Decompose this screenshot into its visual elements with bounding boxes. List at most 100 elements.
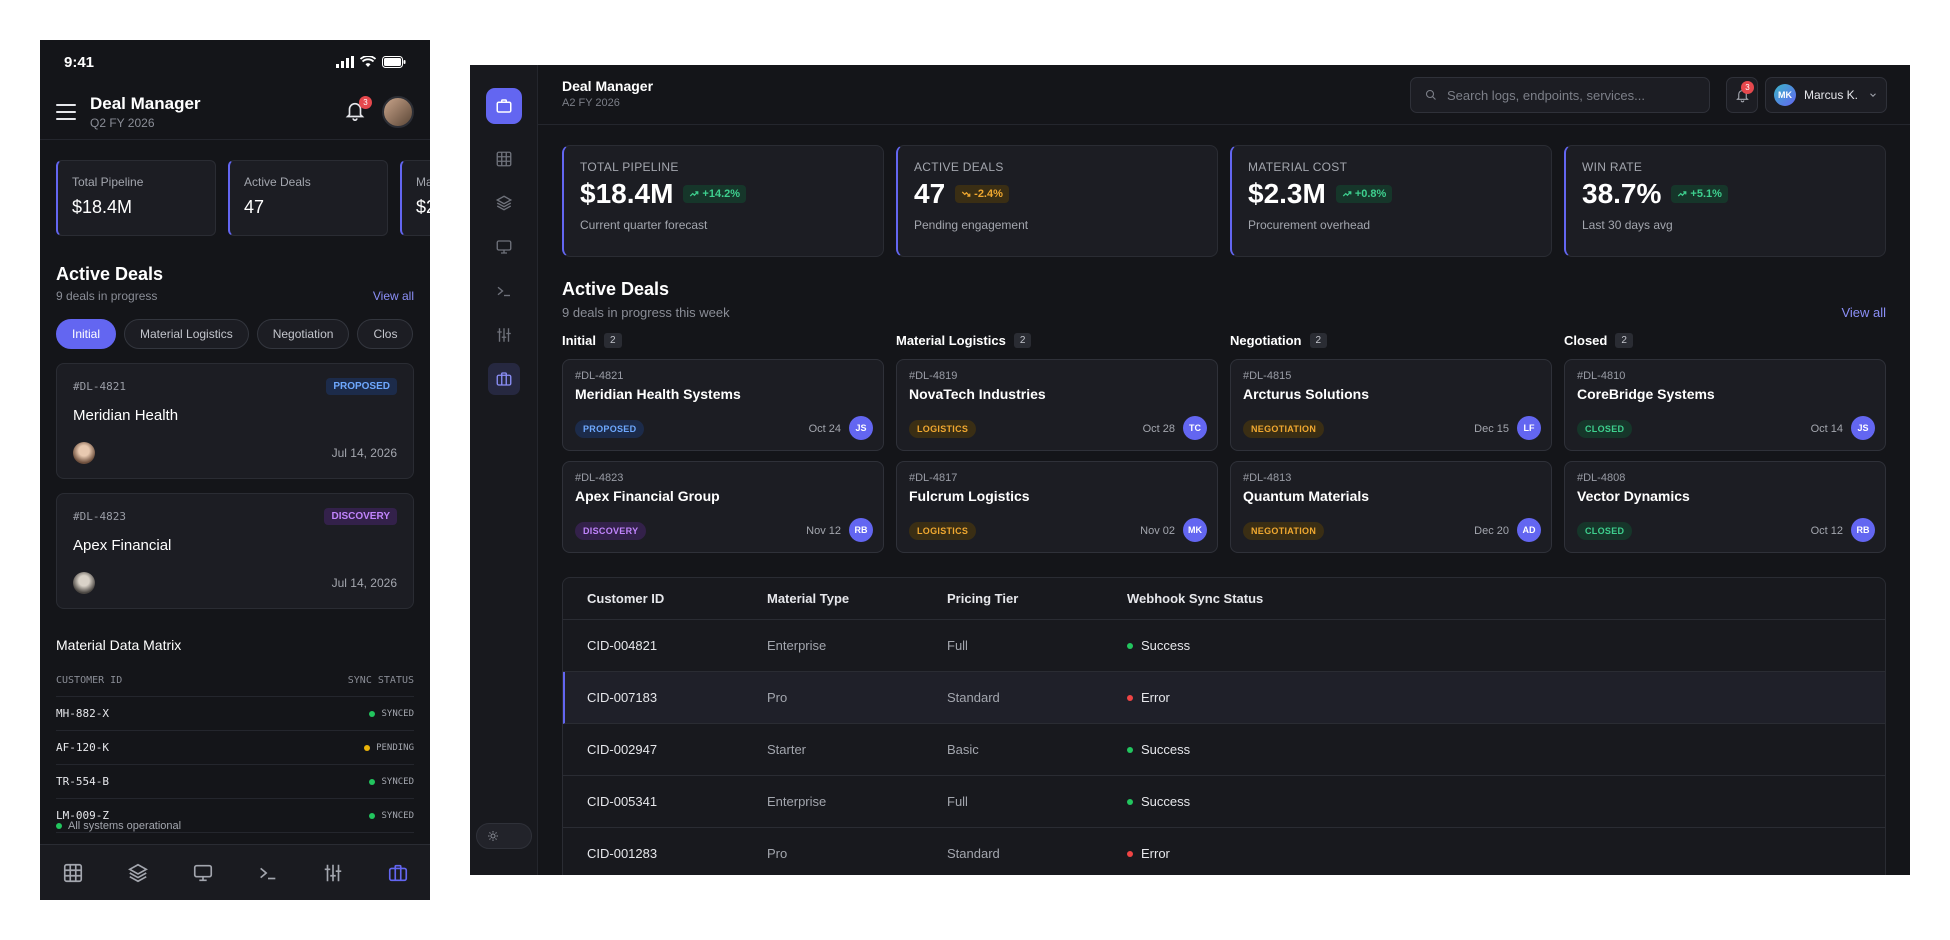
briefcase-icon[interactable] — [385, 860, 411, 886]
briefcase-icon[interactable] — [486, 88, 522, 124]
deal-card[interactable]: #DL-4819 NovaTech Industries LOGISTICS O… — [896, 359, 1218, 451]
kpi-label: Total Pipeline — [72, 175, 144, 189]
chip-initial[interactable]: Initial — [56, 319, 117, 349]
kpi-card[interactable]: Total Pipeline $18.4M — [56, 160, 216, 236]
deal-card[interactable]: #DL-4821 Meridian Health Systems PROPOSE… — [562, 359, 884, 451]
trend-up-icon — [1678, 191, 1687, 197]
kpi-card[interactable]: ACTIVE DEALS 47 -2.4% Pending engagement — [896, 145, 1218, 257]
trend-up-icon — [1342, 191, 1352, 197]
layers-icon[interactable] — [488, 187, 520, 219]
app-title: Deal Manager — [90, 93, 201, 113]
status-badge: LOGISTICS — [909, 420, 977, 438]
table-row[interactable]: CID-001283 Pro Standard Error — [563, 828, 1885, 875]
column-header[interactable]: Webhook Sync Status — [1127, 591, 1885, 606]
system-status: All systems operational — [56, 820, 181, 832]
deal-card[interactable]: #DL-4821 Meridian Health PROPOSED Jul 14… — [56, 363, 414, 479]
avatar: JS — [1851, 416, 1875, 440]
status-badge: DISCOVERY — [575, 522, 647, 540]
deal-date: Nov 12 — [806, 525, 841, 537]
kpi-value: 47 — [914, 178, 946, 209]
menu-icon[interactable] — [56, 103, 76, 120]
avatar: TC — [1183, 416, 1207, 440]
kpi-label: ACTIVE DEALS — [914, 160, 1004, 174]
kpi-value: 38.7% — [1582, 178, 1662, 209]
section-subtitle: 9 deals in progress this week — [562, 305, 730, 320]
stage-filter-chips: Initial Material Logistics Negotiation C… — [40, 303, 430, 349]
user-menu-button[interactable]: MK Marcus K. — [1765, 77, 1887, 113]
view-all-link[interactable]: View all — [373, 289, 414, 303]
avatar: MK — [1183, 518, 1207, 542]
deal-card[interactable]: #DL-4823 Apex Financial DISCOVERY Jul 14… — [56, 493, 414, 609]
table-row[interactable]: MH-882-X SYNCED — [56, 697, 414, 731]
terminal-icon[interactable] — [255, 860, 281, 886]
kpi-card[interactable]: Active Deals 47 — [228, 160, 388, 236]
kpi-card[interactable]: TOTAL PIPELINE $18.4M +14.2% Current qua… — [562, 145, 884, 257]
deal-name: Arcturus Solutions — [1243, 386, 1370, 402]
chip-closed[interactable]: Clos — [357, 319, 414, 349]
deal-date: Nov 02 — [1140, 525, 1175, 537]
signal-icon — [336, 56, 354, 68]
sliders-icon[interactable] — [488, 319, 520, 351]
table-row[interactable]: CID-005341 Enterprise Full Success — [563, 776, 1885, 828]
deal-card[interactable]: #DL-4817 Fulcrum Logistics LOGISTICS Nov… — [896, 461, 1218, 553]
theme-toggle[interactable] — [476, 823, 532, 849]
deal-card[interactable]: #DL-4823 Apex Financial Group DISCOVERY … — [562, 461, 884, 553]
table-row[interactable]: CID-007183 Pro Standard Error — [563, 672, 1885, 724]
deal-date: Oct 12 — [1810, 525, 1843, 537]
terminal-icon[interactable] — [488, 275, 520, 307]
mobile-header: Deal Manager Q2 FY 2026 3 — [40, 84, 430, 140]
deals-nav-icon[interactable] — [488, 363, 520, 395]
deal-id: #DL-4819 — [909, 370, 958, 382]
chip-negotiation[interactable]: Negotiation — [256, 319, 350, 349]
avatar: RB — [1851, 518, 1875, 542]
kanban-column-negotiation: Negotiation 2 #DL-4815 Arcturus Solutions… — [1230, 331, 1552, 553]
search-input[interactable] — [1447, 87, 1687, 103]
deal-card[interactable]: #DL-4808 Vector Dynamics CLOSED Oct 12 R… — [1564, 461, 1886, 553]
status-dot-icon — [369, 710, 376, 717]
deal-name: Meridian Health Systems — [575, 386, 741, 402]
deal-name: CoreBridge Systems — [1577, 386, 1715, 402]
chip-material-logistics[interactable]: Material Logistics — [124, 319, 249, 349]
deal-id: #DL-4808 — [1577, 472, 1626, 484]
kpi-card[interactable]: WIN RATE 38.7% +5.1% Last 30 days avg — [1564, 145, 1886, 257]
table-row[interactable]: CID-002947 Starter Basic Success — [563, 724, 1885, 776]
table-row[interactable]: AF-120-K PENDING — [56, 731, 414, 765]
deal-card[interactable]: #DL-4813 Quantum Materials NEGOTIATION D… — [1230, 461, 1552, 553]
table-row[interactable]: CID-004821 Enterprise Full Success — [563, 620, 1885, 672]
notifications-button[interactable]: 3 — [1726, 77, 1758, 113]
section-title: Active Deals — [562, 279, 670, 299]
monitor-icon[interactable] — [190, 860, 216, 886]
deal-name: Vector Dynamics — [1577, 488, 1690, 504]
kpi-card[interactable]: MATERIAL COST $2.3M +0.8% Procurement ov… — [1230, 145, 1552, 257]
grid-icon[interactable] — [488, 143, 520, 175]
kpi-value: 47 — [244, 197, 265, 217]
chevron-down-icon — [1870, 93, 1876, 97]
avatar: AD — [1517, 518, 1541, 542]
notifications-button[interactable]: 3 — [344, 95, 372, 124]
status-dot-icon — [1127, 746, 1133, 753]
layers-icon[interactable] — [125, 860, 151, 886]
status-dot-icon — [1127, 642, 1133, 649]
deal-card[interactable]: #DL-4815 Arcturus Solutions NEGOTIATION … — [1230, 359, 1552, 451]
column-header[interactable]: Material Type — [767, 591, 947, 606]
deal-card[interactable]: #DL-4810 CoreBridge Systems CLOSED Oct 1… — [1564, 359, 1886, 451]
column-header[interactable]: Customer ID — [587, 591, 767, 606]
kanban-column-closed: Closed 2 #DL-4810 CoreBridge Systems CLOS… — [1564, 331, 1886, 553]
column-header[interactable]: Pricing Tier — [947, 591, 1127, 606]
avatar — [73, 442, 95, 464]
view-all-link[interactable]: View all — [1841, 305, 1886, 320]
table-row[interactable]: TR-554-B SYNCED — [56, 765, 414, 799]
kpi-card[interactable]: Ma $2 — [400, 160, 430, 236]
deal-date: Jul 14, 2026 — [331, 576, 397, 590]
notification-badge: 3 — [1741, 81, 1754, 94]
status-badge: NEGOTIATION — [1243, 522, 1325, 540]
kpi-value: $2 — [416, 197, 430, 217]
avatar[interactable] — [382, 95, 414, 128]
avatar: LF — [1517, 416, 1541, 440]
status-badge: DISCOVERY — [324, 508, 397, 525]
deal-name: Fulcrum Logistics — [909, 488, 1030, 504]
avatar — [73, 572, 95, 594]
sliders-icon[interactable] — [320, 860, 346, 886]
grid-icon[interactable] — [60, 860, 86, 886]
monitor-icon[interactable] — [488, 231, 520, 263]
